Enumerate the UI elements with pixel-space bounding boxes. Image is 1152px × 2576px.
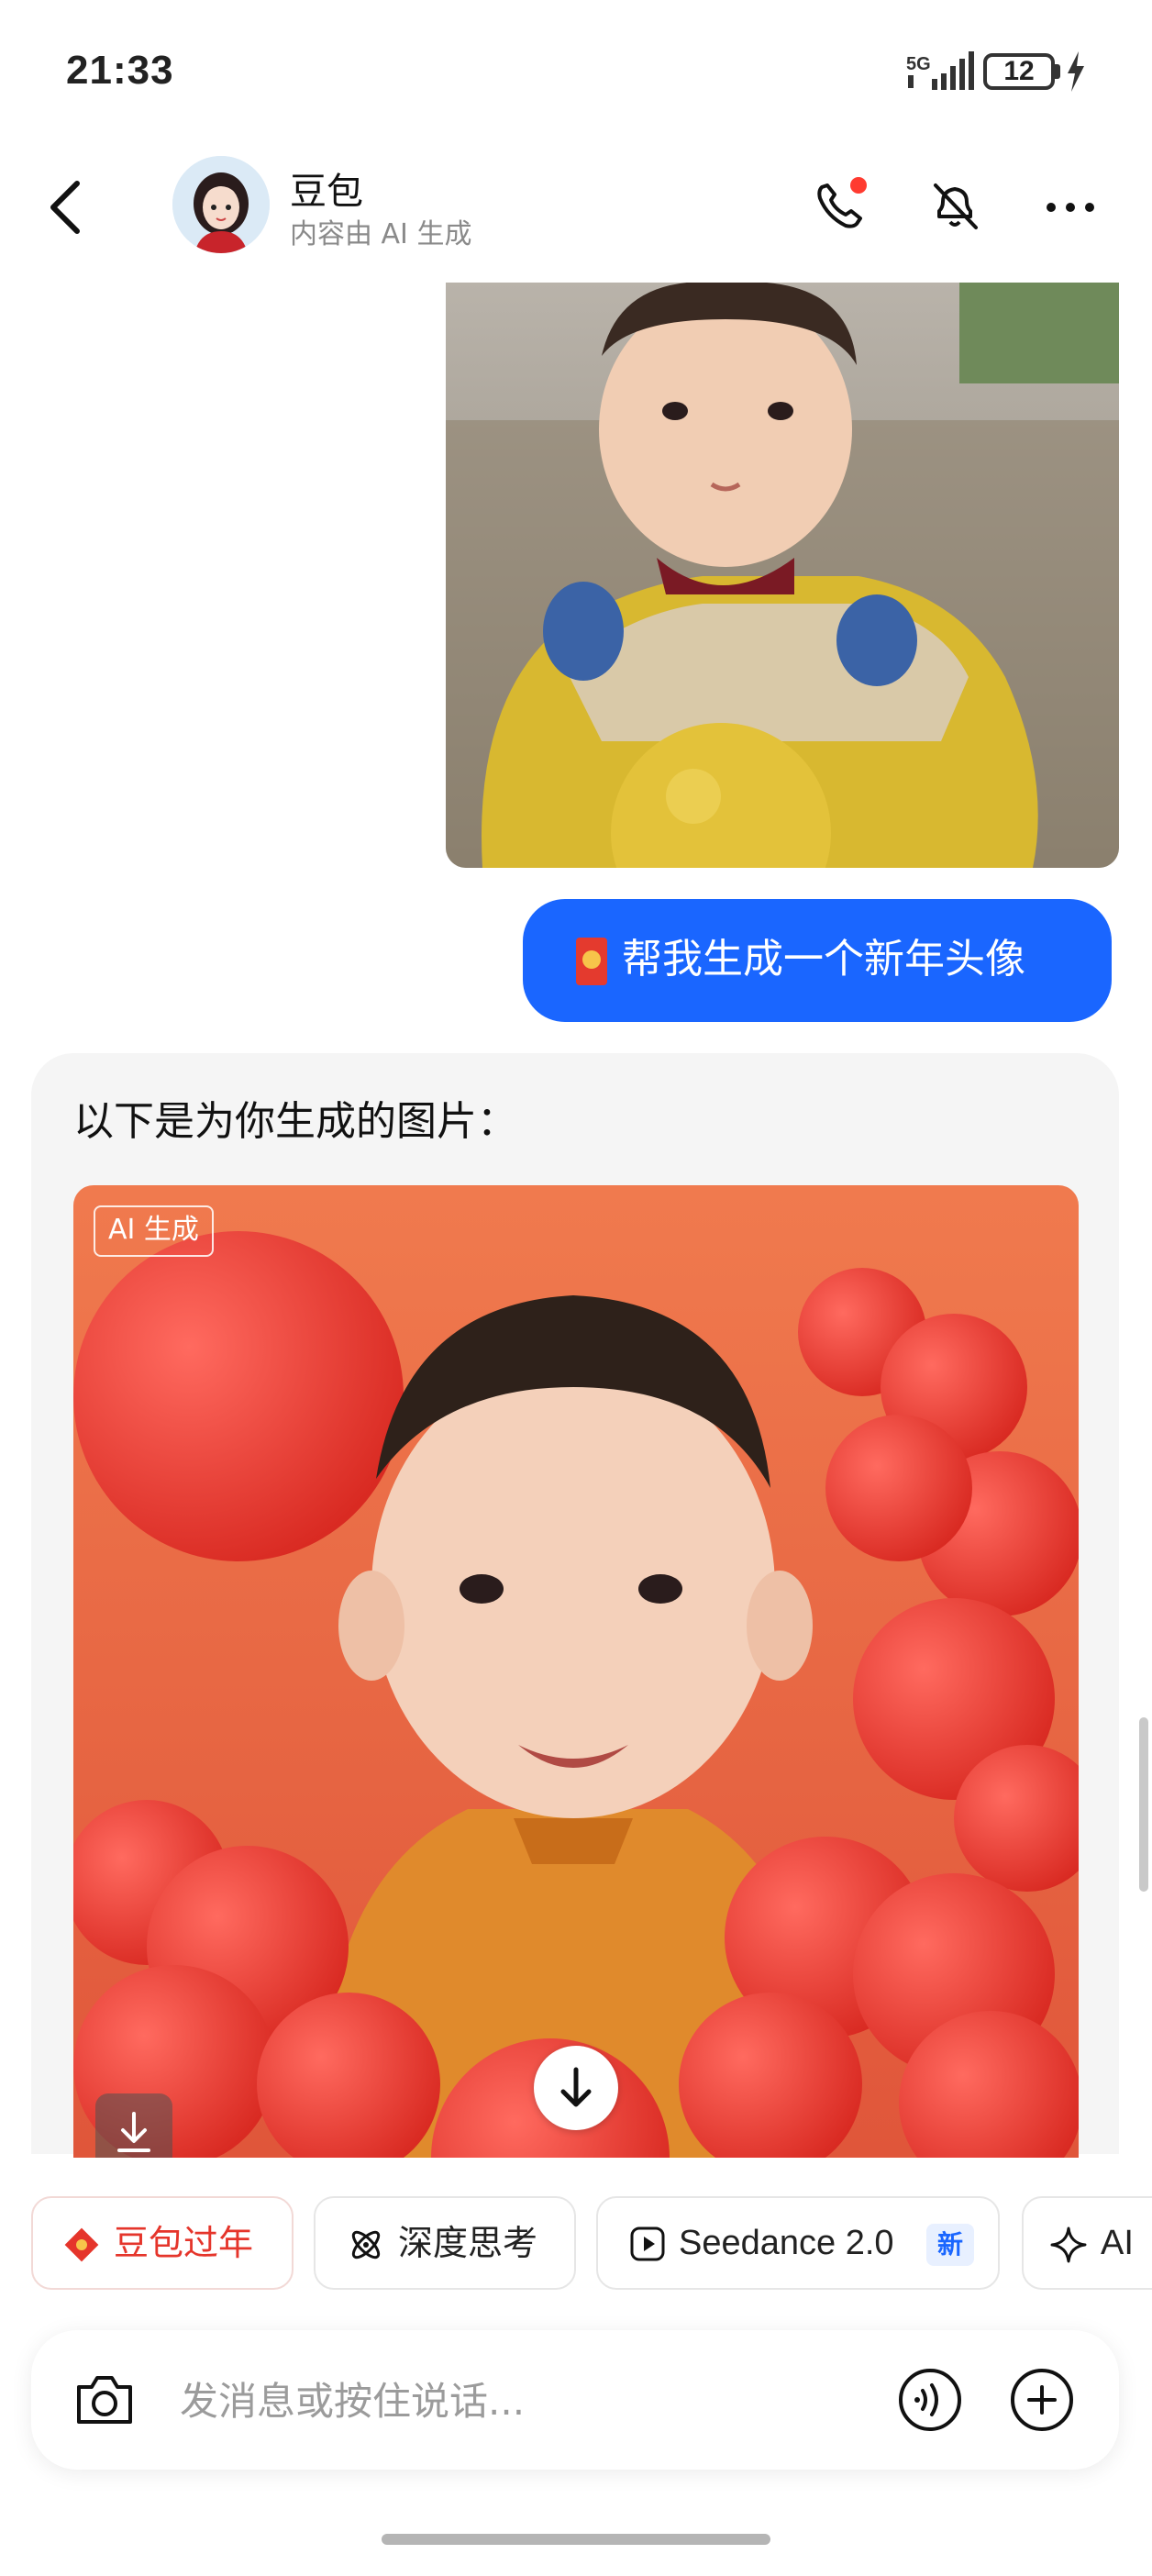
- more-icon[interactable]: [1038, 174, 1102, 239]
- chip-deep-thinking[interactable]: 深度思考: [314, 2196, 576, 2290]
- message-input[interactable]: [178, 2358, 897, 2444]
- arrow-down-icon: [560, 2067, 592, 2107]
- sparkle-icon: [1050, 2226, 1087, 2263]
- status-time: 21:33: [66, 48, 174, 93]
- avatar-illustration: [172, 156, 270, 253]
- chip-label: 豆包过年: [114, 2223, 254, 2263]
- chip-doubao-new-year[interactable]: 豆包过年: [31, 2196, 294, 2290]
- generated-portrait: [73, 1185, 1079, 2158]
- scrollbar-thumb[interactable]: [1139, 1717, 1148, 1892]
- back-icon[interactable]: [37, 171, 95, 244]
- child-photo: [446, 283, 1119, 868]
- voice-call-icon[interactable]: [895, 2365, 965, 2435]
- chip-label: 深度思考: [398, 2223, 538, 2263]
- new-badge: 新: [926, 2224, 974, 2266]
- battery-indicator: 12: [983, 53, 1055, 90]
- phone-icon[interactable]: [807, 174, 871, 239]
- home-indicator[interactable]: [382, 2534, 770, 2545]
- uploaded-photo[interactable]: [446, 283, 1119, 868]
- message-input-bar: [31, 2330, 1119, 2470]
- ai-disclaimer: 内容由 AI 生成: [290, 218, 472, 250]
- atom-icon: [351, 2230, 381, 2260]
- play-icon: [630, 2226, 665, 2261]
- chip-label: Seedance 2.0: [679, 2224, 894, 2262]
- download-icon: [117, 2112, 150, 2152]
- charging-bolt-icon: [1068, 51, 1084, 92]
- avatar[interactable]: [172, 156, 270, 253]
- user-message-bubble[interactable]: 帮我生成一个新年头像: [523, 899, 1112, 1022]
- status-bar: 21:33 5G 12: [0, 0, 1152, 138]
- call-badge: [850, 177, 867, 194]
- quick-chips-bar: 豆包过年 深度思考 Seedance 2.0 新 AI: [0, 2158, 1152, 2295]
- ai-generated-tag: AI 生成: [94, 1205, 214, 1257]
- chat-header: 豆包 内容由 AI 生成: [0, 138, 1152, 275]
- ai-response-text: 以下是为你生成的图片：: [73, 1098, 517, 1145]
- generated-image[interactable]: AI 生成: [73, 1185, 1079, 2158]
- chip-ai[interactable]: AI: [1022, 2196, 1152, 2290]
- camera-icon[interactable]: [70, 2365, 139, 2435]
- add-icon[interactable]: [1007, 2365, 1077, 2435]
- save-image-button[interactable]: [95, 2093, 172, 2158]
- chip-label: AI: [1101, 2224, 1134, 2262]
- scroll-down-button[interactable]: [534, 2046, 618, 2130]
- lantern-icon: [64, 2227, 99, 2262]
- chip-seedance[interactable]: Seedance 2.0 新: [596, 2196, 1000, 2290]
- user-message-text: 帮我生成一个新年头像: [622, 936, 1025, 983]
- signal-icon: 5G: [906, 51, 974, 90]
- network-label: 5G: [906, 54, 931, 74]
- red-envelope-icon: [576, 938, 607, 985]
- battery-tip: [1055, 64, 1060, 79]
- mute-icon[interactable]: [923, 174, 987, 239]
- bot-name[interactable]: 豆包: [290, 161, 363, 215]
